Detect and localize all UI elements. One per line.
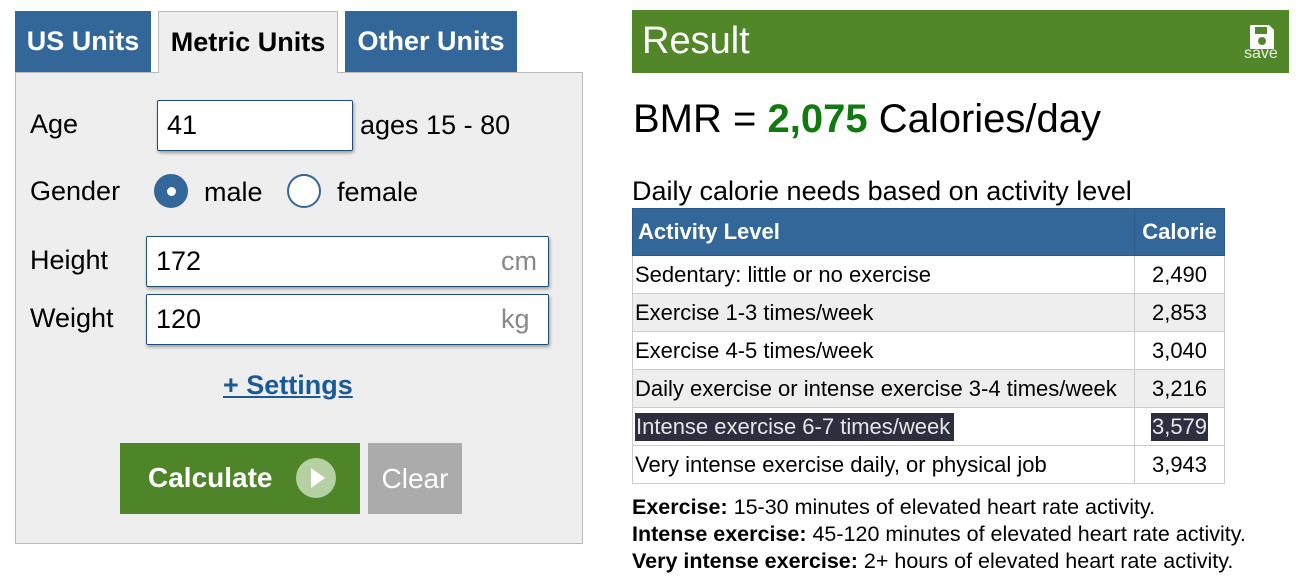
- column-header: Calorie: [1134, 208, 1225, 256]
- age-label: Age: [30, 109, 79, 139]
- note-term: Exercise:: [632, 495, 728, 519]
- calorie-cell: 2,490: [1134, 255, 1225, 294]
- activity-cell: Daily exercise or intense exercise 3-4 t…: [632, 369, 1135, 408]
- calorie-cell: 3,040: [1134, 331, 1225, 370]
- note-text: 15-30 minutes of elevated heart rate act…: [727, 495, 1156, 519]
- male-label[interactable]: male: [204, 177, 263, 208]
- table-row-highlighted: Intense exercise 6-7 times/week 3,579: [632, 407, 1225, 446]
- age-hint: ages 15 - 80: [360, 110, 511, 140]
- age-input[interactable]: [157, 100, 353, 151]
- highlighted-activity: Intense exercise 6-7 times/week: [635, 412, 955, 441]
- note-text: 45-120 minutes of elevated heart rate ac…: [806, 522, 1246, 546]
- table-row: Exercise 4-5 times/week 3,040: [632, 331, 1225, 370]
- table-row: Daily exercise or intense exercise 3-4 t…: [632, 369, 1225, 408]
- tab-label: Metric Units: [170, 27, 326, 57]
- calorie-table: Activity Level Calorie Sedentary: little…: [632, 208, 1225, 484]
- bmr-prefix: BMR =: [633, 97, 768, 141]
- clear-label: Clear: [381, 462, 449, 494]
- table-row: Exercise 1-3 times/week 2,853: [632, 293, 1225, 332]
- calorie-cell: 2,853: [1134, 293, 1225, 332]
- activity-cell: Sedentary: little or no exercise: [632, 255, 1135, 294]
- weight-input[interactable]: [146, 294, 549, 345]
- daily-calorie-title: Daily calorie needs based on activity le…: [632, 176, 1132, 206]
- calculate-label: Calculate: [148, 462, 273, 493]
- calorie-cell: 3,943: [1134, 445, 1225, 484]
- note-line: Exercise: 15-30 minutes of elevated hear…: [632, 494, 1246, 521]
- height-label: Height: [30, 245, 109, 275]
- weight-label: Weight: [30, 303, 114, 333]
- activity-cell: Very intense exercise daily, or physical…: [632, 445, 1135, 484]
- tab-metric-units[interactable]: Metric Units: [158, 11, 338, 73]
- note-term: Intense exercise:: [632, 522, 807, 546]
- save-label[interactable]: save: [1244, 45, 1278, 63]
- table-row: Very intense exercise daily, or physical…: [632, 445, 1225, 484]
- table-row: Sedentary: little or no exercise 2,490: [632, 255, 1225, 294]
- note-term: Very intense exercise:: [632, 549, 858, 573]
- activity-definitions: Exercise: 15-30 minutes of elevated hear…: [632, 494, 1246, 575]
- play-circle-icon[interactable]: [296, 458, 336, 498]
- clear-button[interactable]: Clear: [368, 443, 462, 514]
- activity-cell: Exercise 4-5 times/week: [632, 331, 1135, 370]
- calorie-cell: 3,216: [1134, 369, 1225, 408]
- female-label[interactable]: female: [337, 177, 418, 208]
- settings-link[interactable]: + Settings: [223, 370, 353, 401]
- height-unit: cm: [501, 246, 537, 276]
- tab-other-units[interactable]: Other Units: [345, 11, 517, 72]
- height-input[interactable]: [146, 236, 549, 287]
- weight-unit: kg: [501, 304, 530, 334]
- highlighted-calorie: 3,579: [1150, 412, 1209, 441]
- result-header: Result save: [632, 10, 1289, 73]
- male-radio[interactable]: [154, 174, 188, 208]
- bmr-value: 2,075: [767, 97, 868, 141]
- activity-cell: Exercise 1-3 times/week: [632, 293, 1135, 332]
- female-radio[interactable]: [287, 174, 321, 208]
- bmr-result: BMR = 2,075 Calories/day: [633, 97, 1101, 142]
- tab-us-units[interactable]: US Units: [15, 11, 151, 72]
- bmr-suffix: Calories/day: [867, 97, 1102, 141]
- note-line: Intense exercise: 45-120 minutes of elev…: [632, 521, 1246, 548]
- note-line: Very intense exercise: 2+ hours of eleva…: [632, 548, 1246, 575]
- note-text: 2+ hours of elevated heart rate activity…: [857, 549, 1234, 573]
- calorie-cell: 3,579: [1134, 407, 1225, 446]
- gender-label: Gender: [30, 176, 121, 206]
- tab-label: US Units: [26, 26, 140, 56]
- tab-label: Other Units: [357, 26, 505, 56]
- result-title: Result: [642, 20, 750, 62]
- table-header-row: Activity Level Calorie: [632, 208, 1225, 256]
- activity-cell: Intense exercise 6-7 times/week: [632, 407, 1135, 446]
- column-header: Activity Level: [632, 208, 1135, 256]
